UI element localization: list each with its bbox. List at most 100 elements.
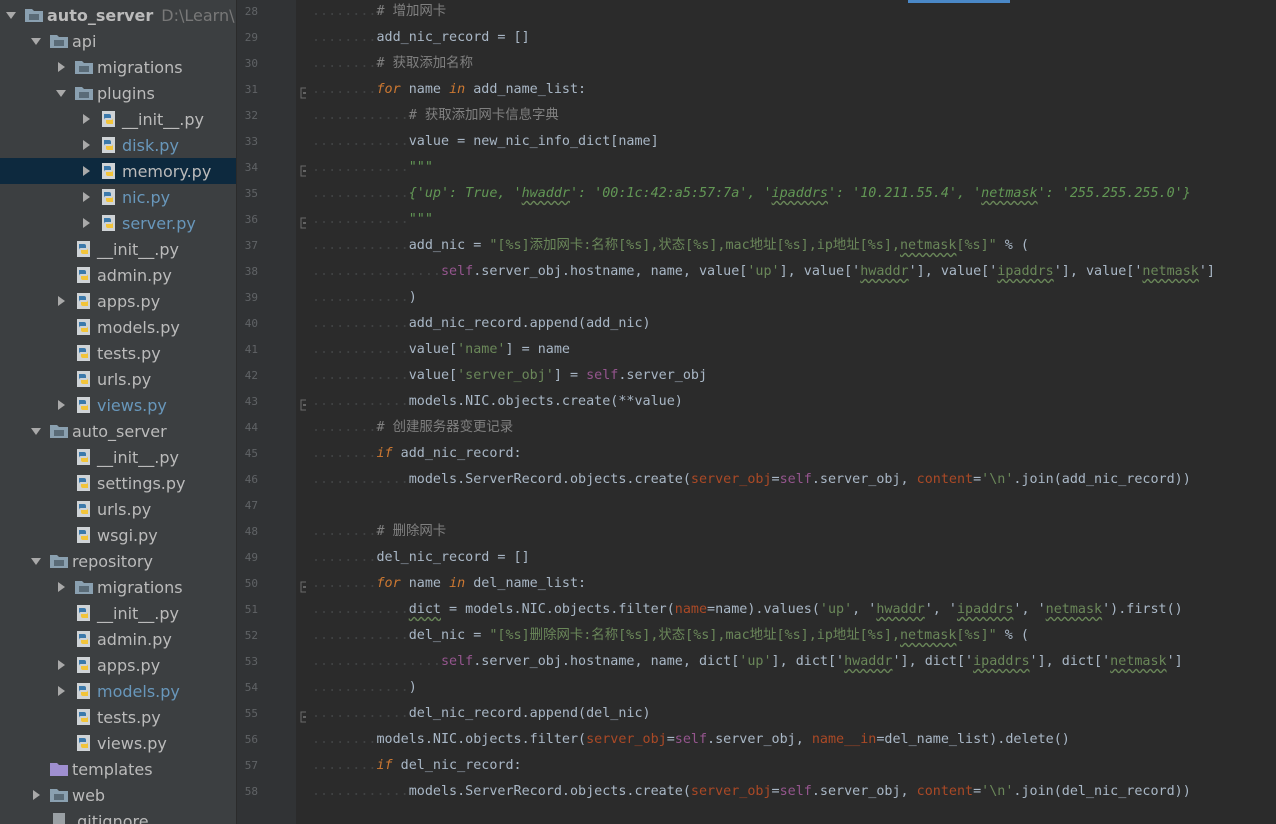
chevron-right-icon[interactable] [79,164,93,178]
code-line[interactable]: ............models.NIC.objects.create(**… [312,389,683,415]
code-line[interactable]: ........if del_nic_record: [312,753,522,779]
code-line[interactable]: ............) [312,285,417,311]
code-line[interactable]: ........# 删除网卡 [312,519,446,545]
project-path: D:\Learn\P [161,5,236,25]
code-line[interactable]: ........del_nic_record = [] [312,545,530,571]
chevron-down-icon[interactable] [29,424,43,438]
tree-item-apps-py[interactable]: apps.py [0,288,236,314]
code-line[interactable]: ............value = new_nic_info_dict[na… [312,129,659,155]
code-line[interactable]: ................self.server_obj.hostname… [312,649,1183,675]
tree-item-label: urls.py [97,499,152,519]
code-line[interactable]: ............value['name'] = name [312,337,570,363]
code-line[interactable]: ........for name in del_name_list: [312,571,586,597]
chevron-right-icon[interactable] [54,398,68,412]
code-line[interactable]: ............models.ServerRecord.objects.… [312,467,1191,493]
code-line[interactable]: ................self.server_obj.hostname… [312,259,1215,285]
code-line[interactable]: ........add_nic_record = [] [312,25,530,51]
line-number: 53 [244,655,258,668]
code-token: '], dict[' [892,654,974,669]
chevron-down-icon[interactable] [4,8,18,22]
folder-icon [49,786,72,804]
tree-item-admin-py[interactable]: admin.py [0,262,236,288]
chevron-right-icon[interactable] [79,112,93,126]
code-line[interactable]: ........# 创建服务器变更记录 [312,415,513,441]
tree-item-plugins[interactable]: plugins [0,80,236,106]
code-line[interactable]: ............add_nic = "[%s]添加网卡:名称[%s],状… [312,233,1029,259]
tree-item-memory-py[interactable]: memory.py [0,158,236,184]
code-token: hwaddr [876,602,925,617]
tree-item-migrations[interactable]: migrations [0,54,236,80]
code-line[interactable]: ............models.ServerRecord.objects.… [312,779,1191,805]
code-line[interactable]: ............) [312,675,417,701]
tree-item-settings-py[interactable]: settings.py [0,470,236,496]
chevron-right-icon[interactable] [79,190,93,204]
indent-guide: ............ [312,472,409,487]
tree-item-nic-py[interactable]: nic.py [0,184,236,210]
templates-folder-icon [49,760,72,778]
tree-item-init-py[interactable]: __init__.py [0,600,236,626]
chevron-down-icon[interactable] [54,86,68,100]
line-number: 58 [244,785,258,798]
tree-item-label: admin.py [97,265,172,285]
tree-item-repository[interactable]: repository [0,548,236,574]
code-line[interactable]: ........for name in add_name_list: [312,77,586,103]
tree-item-templates[interactable]: templates [0,756,236,782]
code-line[interactable]: ............""" [312,207,433,233]
code-line[interactable]: ........if add_nic_record: [312,441,522,467]
tree-item-urls-py[interactable]: urls.py [0,496,236,522]
tree-item-wsgi-py[interactable]: wsgi.py [0,522,236,548]
tree-item-auto-server[interactable]: auto_server [0,418,236,444]
code-line[interactable]: ............# 获取添加网卡信息字典 [312,103,559,129]
tree-item-apps-py[interactable]: apps.py [0,652,236,678]
code-token: = [973,472,982,487]
tree-item-models-py[interactable]: models.py [0,678,236,704]
code-line[interactable]: ............dict = models.NIC.objects.fi… [312,597,1183,623]
code-line[interactable]: ........# 增加网卡 [312,0,446,25]
code-line[interactable]: ........# 获取添加名称 [312,51,473,77]
tree-item-disk-py[interactable]: disk.py [0,132,236,158]
chevron-right-icon[interactable] [79,138,93,152]
code-token: name [400,576,450,591]
code-line[interactable]: ............value['server_obj'] = self.s… [312,363,707,389]
code-line[interactable]: ........models.NIC.objects.filter(server… [312,727,1070,753]
tree-item-api[interactable]: api [0,28,236,54]
tree-item-urls-py[interactable]: urls.py [0,366,236,392]
chevron-right-icon[interactable] [54,580,68,594]
code-token: hwaddr [521,186,570,201]
tree-item-label: __init__.py [97,603,180,623]
tree-item-views-py[interactable]: views.py [0,730,236,756]
tree-item-models-py[interactable]: models.py [0,314,236,340]
indent-guide: ........ [312,82,377,97]
code-token: content [916,472,974,487]
chevron-down-icon[interactable] [29,554,43,568]
code-line[interactable]: ............del_nic = "[%s]删除网卡:名称[%s],状… [312,623,1029,649]
tree-item-init-py[interactable]: __init__.py [0,444,236,470]
tree-item-init-py[interactable]: __init__.py [0,236,236,262]
code-line[interactable]: ............del_nic_record.append(del_ni… [312,701,651,727]
chevron-right-icon[interactable] [79,216,93,230]
tree-item-server-py[interactable]: server.py [0,210,236,236]
code-line[interactable]: ............add_nic_record.append(add_ni… [312,311,651,337]
chevron-right-icon[interactable] [29,788,43,802]
chevron-right-icon[interactable] [54,684,68,698]
code-line[interactable]: ............{'up': True, 'hwaddr': '00:1… [312,181,1191,207]
tree-item-migrations[interactable]: migrations [0,574,236,600]
tree-item-tests-py[interactable]: tests.py [0,340,236,366]
tree-item-tests-py[interactable]: tests.py [0,704,236,730]
chevron-right-icon[interactable] [54,294,68,308]
line-number: 29 [244,31,258,44]
tree-item-label: nic.py [122,187,171,207]
tree-item-views-py[interactable]: views.py [0,392,236,418]
tree-item-init-py[interactable]: __init__.py [0,106,236,132]
tree-item-web[interactable]: web [0,782,236,808]
tree-item-gitignore[interactable]: .gitignore [0,808,236,824]
chevron-right-icon[interactable] [54,658,68,672]
code-token: ').first() [1102,602,1183,617]
code-token: del_nic_record = [] [376,550,530,565]
code-line[interactable]: ............""" [312,155,433,181]
file-icon [49,812,72,824]
chevron-down-icon[interactable] [29,34,43,48]
tree-item-admin-py[interactable]: admin.py [0,626,236,652]
chevron-right-icon[interactable] [54,60,68,74]
tree-root[interactable]: auto_server D:\Learn\P [0,2,236,28]
